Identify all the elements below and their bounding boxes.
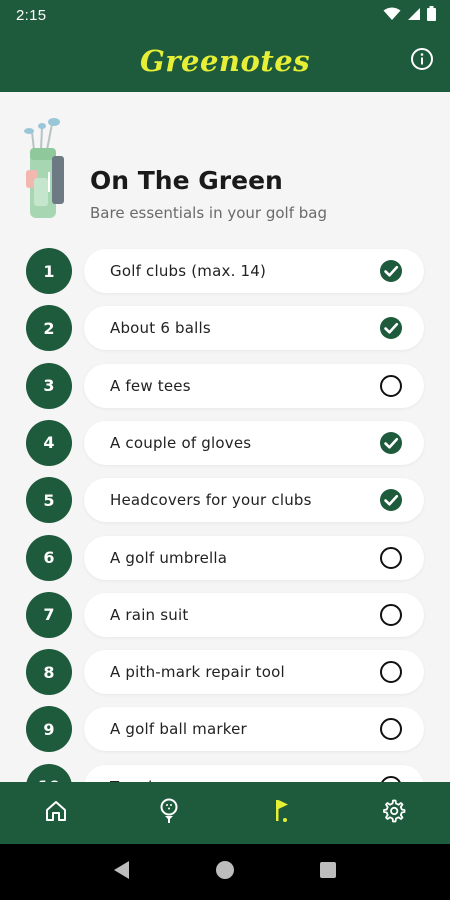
item-label: A pith-mark repair tool [110,663,285,682]
nav-settings[interactable] [366,785,422,841]
back-triangle-icon [113,860,131,884]
checklist-content[interactable]: On The Green Bare essentials in your gol… [0,92,450,782]
checklist-item: 8 A pith-mark repair tool [0,648,450,696]
battery-icon [427,5,436,25]
checklist-item: 2 About 6 balls [0,304,450,352]
bottom-navigation [0,782,450,844]
unchecked-circle-icon[interactable] [378,373,404,399]
item-label: Headcovers for your clubs [110,491,312,510]
wifi-icon [383,6,401,25]
app-bar: Greenotes [0,30,450,92]
list-subtitle: Bare essentials in your golf bag [90,204,327,222]
home-circle-icon [215,860,235,884]
item-number-badge: 8 [26,649,72,696]
checklist-item: 3 A few tees [0,362,450,410]
list-title: On The Green [90,166,283,195]
checklist-item: 1 Golf clubs (max. 14) [0,247,450,295]
checklist-item: 10 Towel [0,763,450,782]
checked-circle-icon[interactable] [378,258,404,284]
checked-circle-icon[interactable] [378,487,404,513]
back-button[interactable] [102,852,142,892]
home-system-button[interactable] [205,852,245,892]
item-card[interactable]: A couple of gloves [84,420,424,465]
checklist-item: 5 Headcovers for your clubs [0,476,450,524]
recents-button[interactable] [308,852,348,892]
item-card[interactable]: A pith-mark repair tool [84,650,424,695]
info-icon [410,47,434,75]
info-button[interactable] [408,47,436,75]
checked-circle-icon[interactable] [378,315,404,341]
list-header: On The Green Bare essentials in your gol… [0,92,450,242]
item-label: A golf umbrella [110,548,228,567]
settings-gear-icon [382,799,406,827]
unchecked-circle-icon[interactable] [378,602,404,628]
unchecked-circle-icon[interactable] [378,545,404,571]
item-card[interactable]: A golf umbrella [84,535,424,580]
item-number-badge: 10 [26,763,72,782]
item-label: A rain suit [110,605,189,624]
item-label: About 6 balls [110,319,211,338]
checklist-item: 4 A couple of gloves [0,419,450,467]
nav-golf-ball[interactable] [141,785,197,841]
unchecked-circle-icon[interactable] [378,716,404,742]
item-card[interactable]: A rain suit [84,592,424,637]
unchecked-circle-icon[interactable] [378,659,404,685]
recents-square-icon [319,861,337,883]
item-number-badge: 4 [26,419,72,466]
item-card[interactable]: Headcovers for your clubs [84,478,424,523]
status-icons [383,5,436,25]
item-label: A couple of gloves [110,433,252,452]
unchecked-circle-icon[interactable] [378,774,404,782]
status-bar: 2:15 [0,0,450,30]
app-title: Greenotes [139,44,311,78]
item-card[interactable]: Golf clubs (max. 14) [84,249,424,293]
home-icon [44,799,68,827]
item-card[interactable]: A golf ball marker [84,707,424,752]
golf-ball-tee-icon [157,798,181,828]
item-number-badge: 2 [26,305,72,352]
golf-flag-icon [269,798,293,828]
item-number-badge: 9 [26,706,72,753]
nav-checklists[interactable] [253,785,309,841]
checklist-item: 7 A rain suit [0,591,450,639]
item-label: A few tees [110,376,191,395]
item-number-badge: 6 [26,534,72,581]
nav-home[interactable] [28,785,84,841]
checklist-item: 9 A golf ball marker [0,705,450,753]
item-card[interactable]: A few tees [84,363,424,408]
item-number-badge: 3 [26,362,72,409]
item-number-badge: 5 [26,477,72,524]
item-number-badge: 1 [26,248,72,294]
cellular-signal-icon [407,6,421,25]
item-label: Golf clubs (max. 14) [110,262,267,280]
checklist-item: 6 A golf umbrella [0,534,450,582]
item-card[interactable]: Towel [84,764,424,782]
golf-bag-icon [22,116,72,226]
checked-circle-icon[interactable] [378,430,404,456]
system-navigation-bar [0,844,450,900]
status-time: 2:15 [16,6,47,24]
item-number-badge: 7 [26,591,72,638]
item-label: A golf ball marker [110,720,247,739]
item-card[interactable]: About 6 balls [84,306,424,351]
